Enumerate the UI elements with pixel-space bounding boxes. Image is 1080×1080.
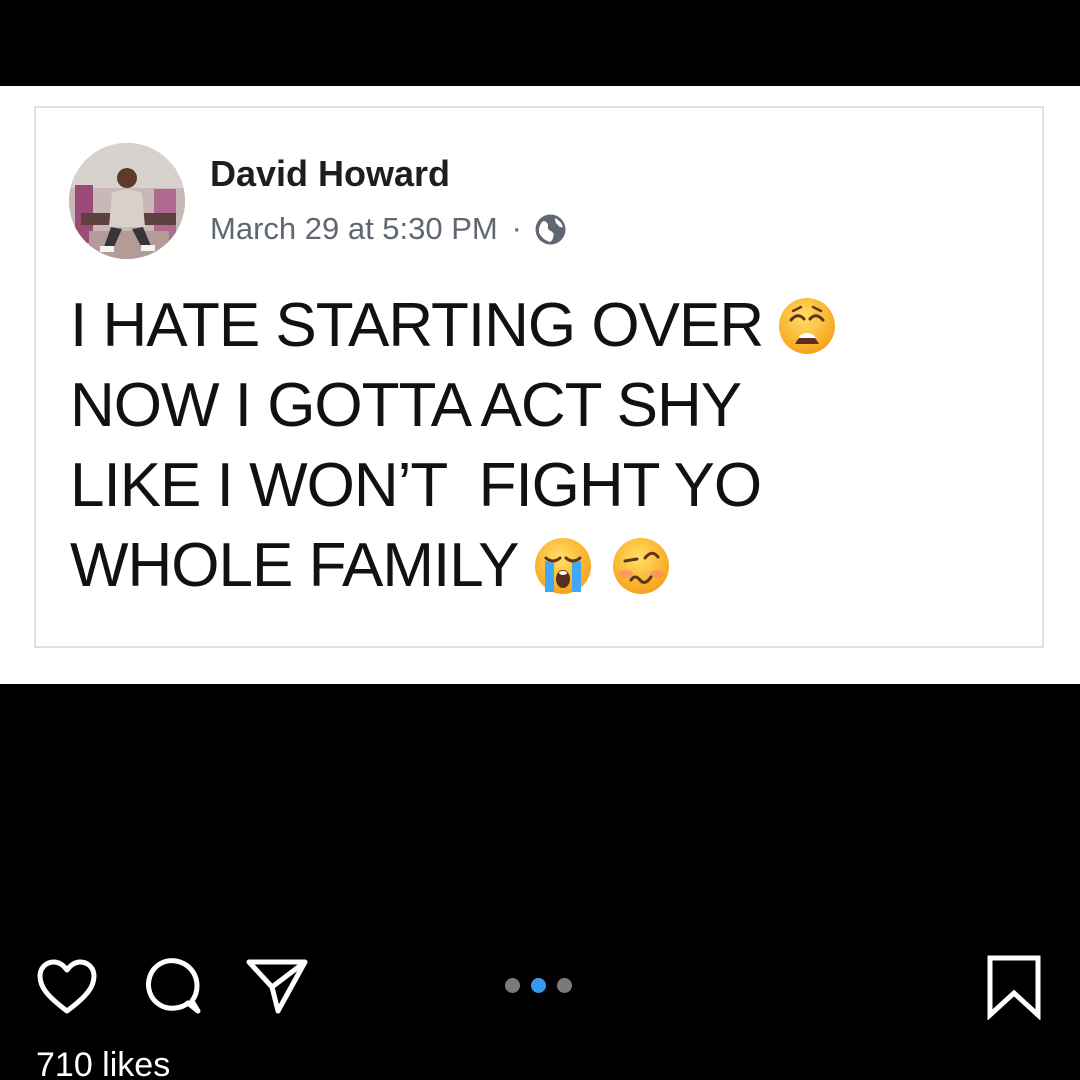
likes-count[interactable]: 710 likes	[36, 1046, 170, 1080]
loudly-crying-face-emoji	[534, 538, 591, 594]
comment-icon[interactable]	[142, 955, 204, 1017]
heart-icon[interactable]	[35, 958, 99, 1016]
woozy-face-emoji	[612, 538, 669, 594]
weary-face-emoji	[779, 298, 836, 354]
post-text-line-content: I HATE STARTING OVER	[70, 291, 764, 360]
carousel-dot[interactable]	[505, 978, 520, 993]
carousel-indicator	[505, 978, 572, 993]
avatar	[69, 143, 185, 259]
post-image[interactable]: David Howard March 29 at 5:30 PM · I HAT…	[0, 86, 1080, 684]
globe-icon[interactable]	[534, 213, 567, 246]
facebook-post-card: David Howard March 29 at 5:30 PM · I HAT…	[34, 106, 1044, 648]
post-text-line: WHOLE FAMILY	[70, 526, 1030, 606]
instagram-post-screen: David Howard March 29 at 5:30 PM · I HAT…	[0, 0, 1080, 1080]
carousel-dot[interactable]	[557, 978, 572, 993]
avatar-photo	[69, 143, 185, 259]
post-text-line-content: WHOLE FAMILY	[70, 531, 519, 600]
post-text-line: LIKE I WON’T FIGHT YO	[70, 446, 1030, 526]
post-meta: March 29 at 5:30 PM ·	[210, 208, 567, 250]
post-text-line: NOW I GOTTA ACT SHY	[70, 366, 1030, 446]
author-name[interactable]: David Howard	[210, 153, 450, 195]
post-text-line: I HATE STARTING OVER	[70, 286, 1030, 366]
post-text-line-content: LIKE I WON’T FIGHT YO	[70, 451, 762, 520]
post-text: I HATE STARTING OVER NOW I GOTTA ACT SHY…	[70, 286, 1030, 606]
carousel-dot-active[interactable]	[531, 978, 546, 993]
post-timestamp[interactable]: March 29 at 5:30 PM	[210, 211, 498, 247]
meta-separator: ·	[511, 212, 522, 245]
bookmark-icon[interactable]	[985, 954, 1043, 1020]
post-text-line-content: NOW I GOTTA ACT SHY	[70, 371, 742, 440]
share-icon[interactable]	[244, 955, 310, 1017]
